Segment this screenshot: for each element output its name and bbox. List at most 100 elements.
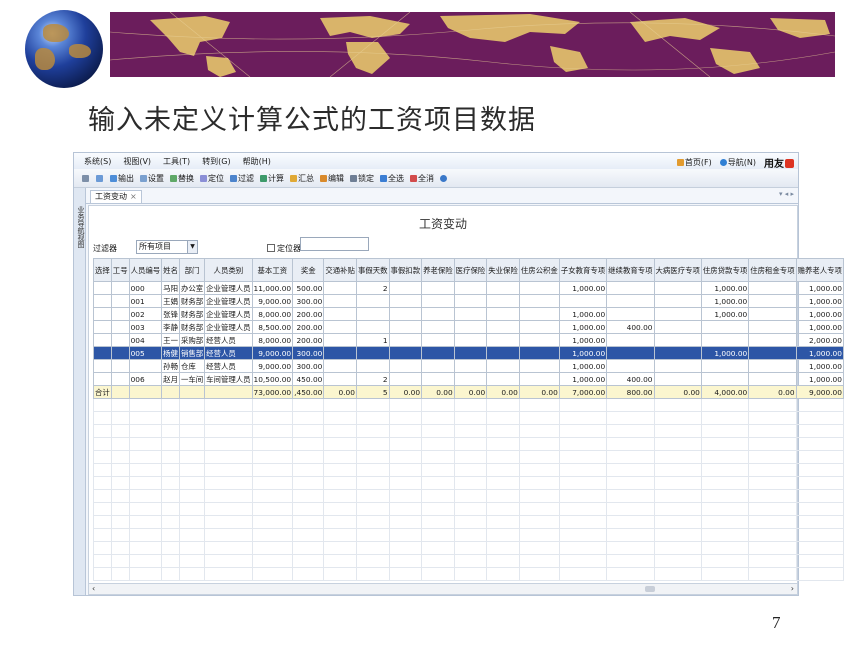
table-cell[interactable]: 1,000.00 xyxy=(795,372,844,386)
table-cell[interactable] xyxy=(355,320,390,334)
deselect-all-button[interactable]: 全消 xyxy=(410,173,434,184)
table-cell[interactable]: 仓库 xyxy=(178,359,206,373)
table-cell[interactable]: 1,000.00 xyxy=(700,307,750,321)
table-cell[interactable] xyxy=(653,281,702,295)
table-cell[interactable] xyxy=(748,359,797,373)
table-cell[interactable] xyxy=(653,346,702,360)
column-header[interactable]: 住房公积金 xyxy=(518,258,560,282)
table-cell[interactable] xyxy=(93,307,112,321)
column-header[interactable]: 奖金 xyxy=(292,258,325,282)
table-cell[interactable]: 000 xyxy=(128,281,163,295)
navigation-link[interactable]: 导航(N) xyxy=(719,157,756,168)
table-cell[interactable] xyxy=(700,372,750,386)
horizontal-scrollbar[interactable]: ‹ › xyxy=(89,583,797,594)
table-cell[interactable]: 财务部 xyxy=(178,307,206,321)
table-cell[interactable] xyxy=(518,359,560,373)
table-cell[interactable] xyxy=(748,333,797,347)
table-cell[interactable] xyxy=(653,294,702,308)
column-header[interactable]: 工号 xyxy=(110,258,130,282)
column-header[interactable]: 继续教育专项 xyxy=(606,258,655,282)
table-row[interactable]: 005 杨健 销售部 经营人员 9,000.00 300.00 1,000.00 1,000.… xyxy=(93,346,844,360)
table-cell[interactable] xyxy=(606,359,655,373)
table-cell[interactable] xyxy=(110,294,130,308)
table-cell[interactable] xyxy=(110,281,130,295)
table-cell[interactable] xyxy=(355,346,390,360)
column-header[interactable]: 医疗保险 xyxy=(453,258,488,282)
table-cell[interactable]: 经营人员 xyxy=(204,359,253,373)
table-cell[interactable] xyxy=(128,359,163,373)
table-row[interactable]: 000 马阳 办公室 企业管理人员 11,000.00 500.00 2 1,000.00 1,… xyxy=(93,281,844,295)
table-cell[interactable] xyxy=(486,320,520,334)
summarize-button[interactable]: 汇总 xyxy=(290,173,314,184)
table-cell[interactable] xyxy=(700,359,750,373)
table-cell[interactable] xyxy=(486,307,520,321)
column-header[interactable]: 子女教育专项 xyxy=(558,258,608,282)
table-cell[interactable]: 9,000.00 xyxy=(251,346,294,360)
table-cell[interactable] xyxy=(486,372,520,386)
table-cell[interactable] xyxy=(323,307,357,321)
table-cell[interactable] xyxy=(421,307,455,321)
column-header[interactable]: 姓名 xyxy=(161,258,180,282)
table-cell[interactable] xyxy=(93,281,112,295)
table-cell[interactable] xyxy=(388,333,423,347)
table-cell[interactable]: 赵月 xyxy=(161,372,180,386)
table-cell[interactable]: 1,000.00 xyxy=(558,372,608,386)
table-cell[interactable] xyxy=(453,281,488,295)
table-cell[interactable]: 1,000.00 xyxy=(700,281,750,295)
table-cell[interactable]: 200.00 xyxy=(292,307,325,321)
table-cell[interactable]: 企业管理人员 xyxy=(204,281,253,295)
tab-scroll-arrows-icon[interactable]: ▾ ◂ ▸ xyxy=(779,190,794,198)
table-cell[interactable]: 企业管理人员 xyxy=(204,320,253,334)
select-all-button[interactable]: 全选 xyxy=(380,173,404,184)
table-cell[interactable]: 王娟 xyxy=(161,294,180,308)
table-cell[interactable] xyxy=(388,294,423,308)
column-header[interactable]: 事假扣款 xyxy=(388,258,423,282)
table-cell[interactable] xyxy=(388,346,423,360)
column-header[interactable]: 住房租金专项 xyxy=(748,258,797,282)
table-cell[interactable] xyxy=(653,320,702,334)
table-cell[interactable] xyxy=(388,307,423,321)
table-cell[interactable]: 8,500.00 xyxy=(251,320,294,334)
table-cell[interactable]: 2,000.00 xyxy=(795,333,844,347)
table-cell[interactable] xyxy=(518,294,560,308)
menu-system[interactable]: 系统(S) xyxy=(84,156,111,167)
table-cell[interactable]: 2 xyxy=(355,281,390,295)
table-cell[interactable]: 8,000.00 xyxy=(251,333,294,347)
table-cell[interactable]: 李静 xyxy=(161,320,180,334)
table-cell[interactable] xyxy=(110,307,130,321)
table-cell[interactable]: 11,000.00 xyxy=(251,281,294,295)
table-cell[interactable] xyxy=(518,307,560,321)
table-cell[interactable] xyxy=(518,346,560,360)
table-cell[interactable] xyxy=(653,372,702,386)
filter-button[interactable]: 过滤 xyxy=(230,173,254,184)
table-cell[interactable]: 300.00 xyxy=(292,359,325,373)
table-cell[interactable] xyxy=(486,281,520,295)
table-row[interactable]: 003 李静 财务部 企业管理人员 8,500.00 200.00 1,000.00 400.… xyxy=(93,320,844,334)
table-cell[interactable] xyxy=(453,359,488,373)
preview-icon[interactable] xyxy=(96,175,103,182)
table-cell[interactable]: 1,000.00 xyxy=(558,359,608,373)
table-cell[interactable]: 400.00 xyxy=(606,372,655,386)
table-cell[interactable] xyxy=(421,281,455,295)
column-header[interactable]: 人员类别 xyxy=(204,258,253,282)
table-cell[interactable]: 经营人员 xyxy=(204,333,253,347)
table-cell[interactable] xyxy=(323,333,357,347)
table-row[interactable]: 002 张锋 财务部 企业管理人员 8,000.00 200.00 1,000.00 1,00… xyxy=(93,307,844,321)
table-cell[interactable] xyxy=(355,307,390,321)
table-cell[interactable]: 王一 xyxy=(161,333,180,347)
table-cell[interactable]: 车间管理人员 xyxy=(204,372,253,386)
column-header[interactable]: 人员编号 xyxy=(128,258,163,282)
table-cell[interactable] xyxy=(93,294,112,308)
table-cell[interactable] xyxy=(323,359,357,373)
table-cell[interactable]: 企业管理人员 xyxy=(204,307,253,321)
column-header[interactable]: 事假天数 xyxy=(355,258,390,282)
table-cell[interactable] xyxy=(110,333,130,347)
tab-salary-change[interactable]: 工资变动 × xyxy=(90,190,142,203)
table-cell[interactable] xyxy=(453,346,488,360)
scroll-right-icon[interactable]: › xyxy=(791,584,794,593)
table-cell[interactable]: 1,000.00 xyxy=(795,346,844,360)
table-cell[interactable]: 8,000.00 xyxy=(251,307,294,321)
table-cell[interactable] xyxy=(748,281,797,295)
table-cell[interactable] xyxy=(700,320,750,334)
table-cell[interactable] xyxy=(93,359,112,373)
